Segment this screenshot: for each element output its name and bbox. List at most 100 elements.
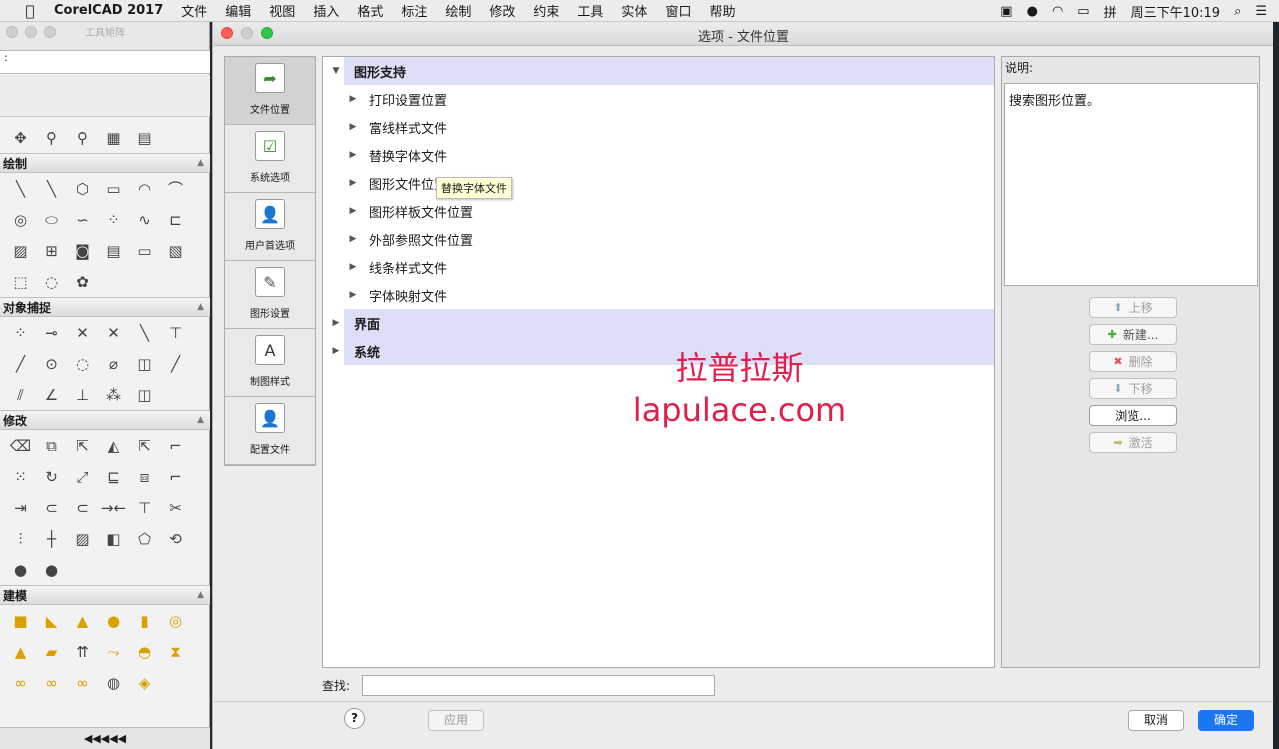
circle-icon[interactable]: ◎ <box>5 206 36 234</box>
union-icon[interactable]: ∞ <box>5 669 36 697</box>
align-icon[interactable]: ⊑ <box>98 463 129 491</box>
tree-node-print-settings[interactable]: ▶ 打印设置位置 <box>323 85 994 113</box>
chamfer-round-icon[interactable]: ⊂ <box>67 494 98 522</box>
spotlight-search-icon[interactable]: ⌕ <box>1234 4 1241 19</box>
pyramid-icon[interactable]: ▲ <box>5 638 36 666</box>
erase-icon[interactable]: ⌫ <box>5 432 36 460</box>
menu-solids[interactable]: 实体 <box>621 1 647 20</box>
tree-node-template-files[interactable]: ▶ 图形样板文件位置 <box>323 197 994 225</box>
collapse-icon[interactable]: ▲ <box>197 302 204 312</box>
section-modeling[interactable]: 建模 ▲ <box>0 585 210 605</box>
spline-icon[interactable]: ∽ <box>67 206 98 234</box>
snap-tangent-icon[interactable]: ⌀ <box>98 350 129 378</box>
palette-collapse-bar[interactable]: ◀◀◀◀◀ <box>0 727 210 749</box>
browse-button[interactable]: 浏览... <box>1089 405 1177 426</box>
menu-dimension[interactable]: 标注 <box>401 1 427 20</box>
cut-icon[interactable]: ✂ <box>160 494 191 522</box>
menu-insert[interactable]: 插入 <box>313 1 339 20</box>
polyline-arc-icon[interactable]: ⌒ <box>160 175 191 203</box>
collapsed-arrow-icon[interactable]: ▶ <box>347 290 359 300</box>
tree-node-alternate-fonts[interactable]: ▶ 替换字体文件 <box>323 141 994 169</box>
pan-icon[interactable]: ✥ <box>5 124 36 152</box>
tree-node-interface[interactable]: ▶ 界面 <box>333 309 994 337</box>
category-user-preferences[interactable]: 👤 用户首选项 <box>225 193 315 261</box>
region-icon[interactable]: ◙ <box>67 237 98 265</box>
tree-node-rich-line-styles[interactable]: ▶ 富线样式文件 <box>323 113 994 141</box>
snap-node-icon[interactable]: ╱ <box>160 350 191 378</box>
trim-icon[interactable]: ⊤ <box>129 494 160 522</box>
mirror-icon[interactable]: ◭ <box>98 432 129 460</box>
edit-polyline-icon[interactable]: ⬠ <box>129 525 160 553</box>
menu-draw[interactable]: 绘制 <box>445 1 471 20</box>
menu-window[interactable]: 窗口 <box>665 1 691 20</box>
explode-x-icon[interactable]: ● <box>36 556 67 584</box>
zoom-realtime-icon[interactable]: ⚲ <box>36 124 67 152</box>
insert-block-icon[interactable]: ⊞ <box>36 237 67 265</box>
section-modify[interactable]: 修改 ▲ <box>0 410 210 430</box>
edit-hatch-icon[interactable]: ▨ <box>67 525 98 553</box>
category-file-locations[interactable]: ➦ 文件位置 <box>225 57 315 125</box>
point-icon[interactable]: ⁘ <box>98 206 129 234</box>
revision-cloud-icon[interactable]: ⬚ <box>5 268 36 296</box>
cancel-button[interactable]: 取消 <box>1128 710 1184 731</box>
ellipse-icon[interactable]: ⬭ <box>36 206 67 234</box>
torus-icon[interactable]: ◎ <box>160 607 191 635</box>
offset-icon[interactable]: ⌐ <box>160 432 191 460</box>
scale-icon[interactable]: ⇱ <box>129 432 160 460</box>
array-icon[interactable]: ⧈ <box>129 463 160 491</box>
menu-file[interactable]: 文件 <box>181 1 207 20</box>
collapse-icon[interactable]: ▲ <box>197 415 204 425</box>
split-icon[interactable]: ┼ <box>36 525 67 553</box>
chamfer-icon[interactable]: ⊂ <box>36 494 67 522</box>
snap-insertion-icon[interactable]: ◫ <box>129 350 160 378</box>
tree-node-graphics-support[interactable]: ▼ 图形支持 <box>333 57 994 85</box>
category-drafting-styles[interactable]: A 制图样式 <box>225 329 315 397</box>
snap-perpendicular-line-icon[interactable]: ⊥ <box>67 381 98 409</box>
text-style-icon[interactable]: ▦ <box>98 124 129 152</box>
menu-constraints[interactable]: 约束 <box>533 1 559 20</box>
wedge-icon[interactable]: ◣ <box>36 607 67 635</box>
app-menu[interactable]: CorelCAD 2017 <box>54 3 163 18</box>
loft-icon[interactable]: ⧗ <box>160 638 191 666</box>
properties-icon[interactable]: ▤ <box>129 124 160 152</box>
collapsed-arrow-icon[interactable]: ▶ <box>347 206 359 216</box>
snap-tracking-icon[interactable]: ◫ <box>129 381 160 409</box>
collapsed-arrow-icon[interactable]: ▶ <box>347 262 359 272</box>
move-icon[interactable]: ⇱ <box>67 432 98 460</box>
simple-note-icon[interactable]: ▭ <box>129 237 160 265</box>
menu-modify[interactable]: 修改 <box>489 1 515 20</box>
collapsed-arrow-icon[interactable]: ▶ <box>347 150 359 160</box>
menu-edit[interactable]: 编辑 <box>225 1 251 20</box>
section-object-snap[interactable]: 对象捕捉 ▲ <box>0 297 210 317</box>
zoom-window-icon[interactable]: ⚲ <box>67 124 98 152</box>
input-method-icon[interactable]: 拼 <box>1104 2 1117 21</box>
intersect-icon[interactable]: ∞ <box>67 669 98 697</box>
cast-icon[interactable]: ▣ <box>1000 4 1012 19</box>
battery-icon[interactable]: ▭ <box>1077 4 1089 19</box>
tree-node-line-styles[interactable]: ▶ 线条样式文件 <box>323 253 994 281</box>
collapsed-arrow-icon[interactable]: ▶ <box>330 318 342 328</box>
rectangle-icon[interactable]: ▭ <box>98 175 129 203</box>
search-input[interactable] <box>362 675 716 696</box>
sphere-icon[interactable]: ● <box>98 607 129 635</box>
tree-node-xref-files[interactable]: ▶ 外部参照文件位置 <box>323 225 994 253</box>
snap-perpendicular-icon[interactable]: ⊤ <box>160 319 191 347</box>
hatch-icon[interactable]: ▨ <box>5 237 36 265</box>
cylinder-icon[interactable]: ▮ <box>129 607 160 635</box>
subtract-icon[interactable]: ∞ <box>36 669 67 697</box>
stretch-icon[interactable]: ⤢ <box>67 463 98 491</box>
apple-menu-icon[interactable]:  <box>20 2 40 20</box>
cloud-circle-icon[interactable]: ◌ <box>36 268 67 296</box>
snap-settings-icon[interactable]: ⁂ <box>98 381 129 409</box>
snap-center-icon[interactable]: ⊙ <box>36 350 67 378</box>
category-system-options[interactable]: ☑ 系统选项 <box>225 125 315 193</box>
break-icon[interactable]: ⫶ <box>5 525 36 553</box>
snap-angle-icon[interactable]: ∠ <box>36 381 67 409</box>
menu-tools[interactable]: 工具 <box>577 1 603 20</box>
sweep-icon[interactable]: ⤳ <box>98 638 129 666</box>
box-icon[interactable]: ■ <box>5 607 36 635</box>
menu-view[interactable]: 视图 <box>269 1 295 20</box>
line-icon[interactable]: ╲ <box>5 175 36 203</box>
collapsed-arrow-icon[interactable]: ▶ <box>347 178 359 188</box>
notification-center-icon[interactable]: ☰ <box>1255 4 1267 19</box>
